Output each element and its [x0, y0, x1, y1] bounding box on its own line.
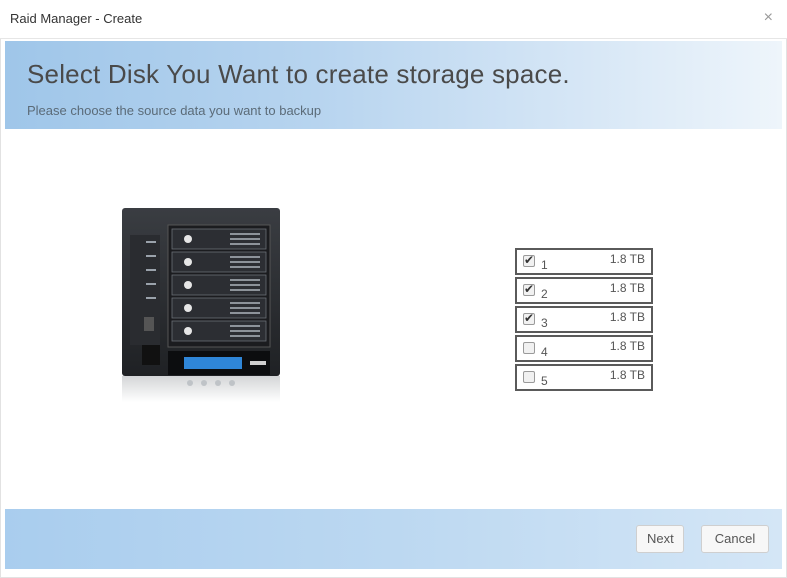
page-title: Select Disk You Want to create storage s… — [27, 59, 570, 89]
page-subtitle: Please choose the source data you want t… — [27, 103, 322, 118]
disk-size: 1.8 TB — [609, 310, 645, 324]
disk-row-2[interactable]: 2 1.8 TB — [515, 277, 653, 304]
disk-number: 1 — [541, 258, 548, 272]
disk-2-checkbox[interactable] — [523, 282, 535, 296]
cancel-button[interactable]: Cancel — [701, 525, 769, 553]
disk-row-1[interactable]: 1 1.8 TB — [515, 248, 653, 275]
disk-number: 2 — [541, 287, 548, 301]
disk-size: 1.8 TB — [609, 281, 645, 295]
close-icon[interactable]: × — [764, 9, 773, 27]
raid-manager-dialog: Raid Manager - Create × Select Disk You … — [0, 0, 787, 578]
disk-1-checkbox[interactable] — [523, 253, 535, 267]
disk-4-checkbox[interactable] — [523, 342, 535, 354]
next-button[interactable]: Next — [636, 525, 684, 553]
disk-number: 3 — [541, 316, 548, 330]
disk-row-3[interactable]: 3 1.8 TB — [515, 306, 653, 333]
disk-5-checkbox[interactable] — [523, 371, 535, 383]
dialog-titlebar: Raid Manager - Create × — [0, 0, 787, 39]
disk-list: 1 1.8 TB 2 1.8 TB 3 1.8 TB 4 1.8 TB 5 1.… — [515, 248, 653, 393]
disk-row-5[interactable]: 5 1.8 TB — [515, 364, 653, 391]
disk-3-checkbox[interactable] — [523, 311, 535, 325]
disk-size: 1.8 TB — [609, 252, 645, 266]
disk-size: 1.8 TB — [609, 339, 645, 353]
disk-number: 5 — [541, 374, 548, 388]
dialog-title: Raid Manager - Create — [10, 11, 143, 26]
header-banner: Select Disk You Want to create storage s… — [5, 41, 782, 129]
dialog-footer: Next Cancel — [5, 509, 782, 569]
disk-row-4[interactable]: 4 1.8 TB — [515, 335, 653, 362]
disk-size: 1.8 TB — [609, 368, 645, 382]
disk-number: 4 — [541, 345, 548, 359]
nas-device-image — [122, 208, 280, 402]
